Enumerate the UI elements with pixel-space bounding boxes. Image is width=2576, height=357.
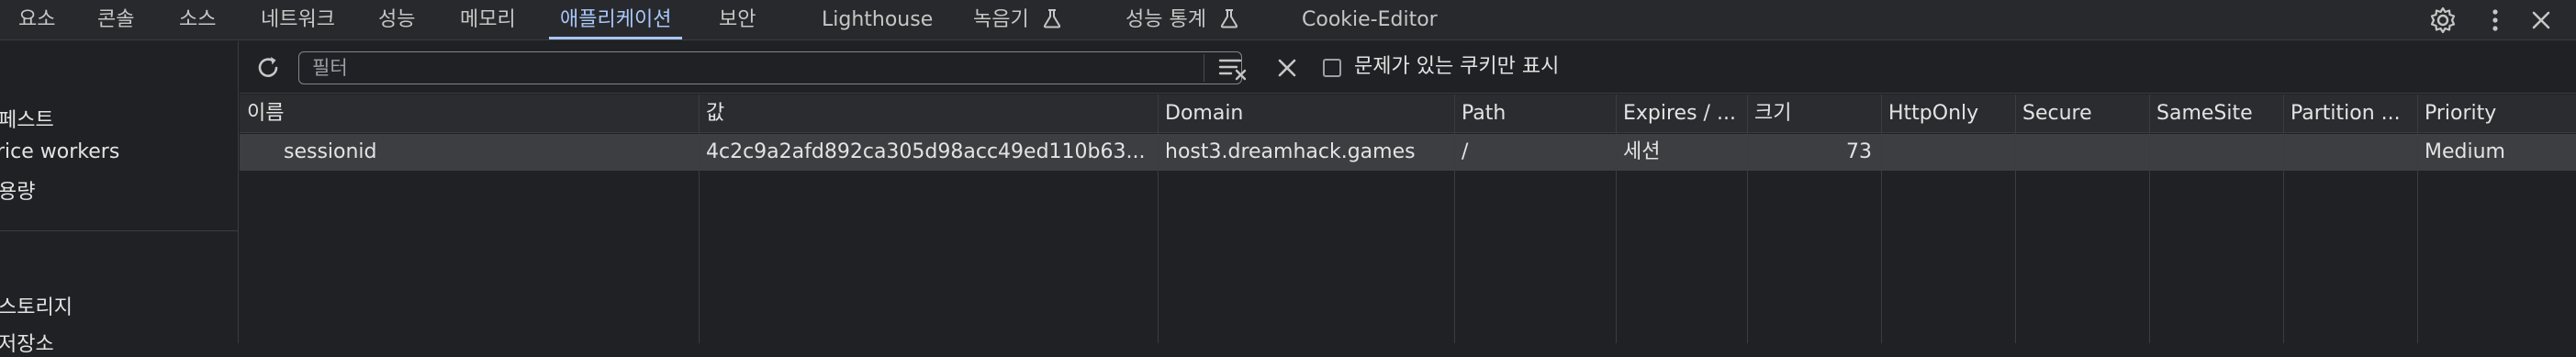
more-options-icon[interactable] [2481,6,2510,35]
cell-priority: Medium [2425,140,2505,163]
issues-only-label[interactable]: 문제가 있는 쿠키만 표시 [1354,52,1559,82]
column-divider [2149,95,2150,343]
filter-input[interactable] [298,51,1242,84]
close-devtools-icon[interactable] [2526,6,2556,35]
table-row[interactable]: sessionid 4c2c9a2afd892ca305d98acc49ed11… [240,134,2576,171]
cell-value: 4c2c9a2afd892ca305d98acc49ed110b63... [706,140,1146,163]
column-divider [1747,95,1748,343]
settings-gear-icon[interactable] [2428,6,2458,35]
experimental-flask-icon [1043,9,1060,28]
tab-performance[interactable]: 성능 [378,0,415,39]
column-divider [1881,95,1882,343]
sidebar-item-storage-quota[interactable]: 용량 [0,175,35,205]
cell-size: 73 [1846,140,1872,163]
cookies-table: 이름 값 Domain Path Expires / ... 크기 HttpOn… [240,95,2576,343]
column-header-path[interactable]: Path [1454,95,1616,133]
tab-console[interactable]: 콘솔 [97,0,134,39]
cell-path: / [1462,140,1469,163]
cell-samesite [2149,134,2283,171]
experimental-flask-icon [1220,9,1238,28]
cell-httponly [1881,134,2015,171]
column-header-priority[interactable]: Priority [2417,95,2576,133]
column-divider [1158,95,1159,343]
tab-security[interactable]: 보안 [719,0,756,39]
column-header-samesite[interactable]: SameSite [2149,95,2283,133]
cell-name: sessionid [284,140,377,163]
tab-elements[interactable]: 요소 [18,0,55,39]
tab-recorder[interactable]: 녹음기 [973,0,1061,39]
sidebar-item-service-workers[interactable]: rice workers [0,140,119,163]
sidebar-divider [0,230,239,231]
devtools-tab-bar: 요소 콘솔 소스 네트워크 성능 메모리 애플리케이션 보안 Lighthous… [0,0,2576,40]
column-header-size[interactable]: 크기 [1747,95,1881,133]
cookies-toolbar: 문제가 있는 쿠키만 표시 [240,41,2576,94]
tab-performance-insights-label: 성능 통계 [1126,8,1206,31]
tab-application[interactable]: 애플리케이션 [548,0,683,39]
tab-cookie-editor[interactable]: Cookie-Editor [1302,0,1438,39]
column-header-name[interactable]: 이름 [240,95,699,133]
tab-network[interactable]: 네트워크 [261,0,335,39]
application-sidebar: 페스트 rice workers 용량 스토리지 저장소 [0,41,239,356]
column-divider [699,95,700,343]
tab-lighthouse[interactable]: Lighthouse [822,0,933,39]
column-header-httponly[interactable]: HttpOnly [1881,95,2015,133]
tab-memory[interactable]: 메모리 [460,0,516,39]
column-divider [2417,95,2418,343]
column-header-expires[interactable]: Expires / ... [1616,95,1747,133]
tab-recorder-label: 녹음기 [973,8,1029,31]
column-header-domain[interactable]: Domain [1158,95,1454,133]
column-header-secure[interactable]: Secure [2015,95,2149,133]
sidebar-item-manifest[interactable]: 페스트 [0,104,54,133]
column-header-partition-key[interactable]: Partition ... [2283,95,2417,133]
delete-cookie-icon[interactable] [1271,52,1303,84]
tab-sources[interactable]: 소스 [179,0,216,39]
column-header-value[interactable]: 값 [699,95,1158,133]
refresh-icon[interactable] [252,52,284,84]
tab-performance-insights[interactable]: 성능 통계 [1126,0,1238,39]
cell-partition-key [2283,134,2417,171]
column-divider [2015,95,2016,343]
column-header-name-label: 이름 [247,102,285,125]
column-divider [2283,95,2284,343]
column-divider [1454,95,1455,343]
table-header: 이름 값 Domain Path Expires / ... 크기 HttpOn… [240,95,2576,133]
cell-expires: 세션 [1623,140,1661,163]
clear-filtered-cookies-icon[interactable] [1216,52,1249,84]
sidebar-item-repository[interactable]: 저장소 [0,328,54,357]
cell-domain: host3.dreamhack.games [1165,140,1416,163]
sidebar-item-storage[interactable]: 스토리지 [0,291,73,320]
issues-only-checkbox[interactable] [1323,59,1341,77]
column-divider [1616,95,1617,343]
cell-secure [2015,134,2149,171]
